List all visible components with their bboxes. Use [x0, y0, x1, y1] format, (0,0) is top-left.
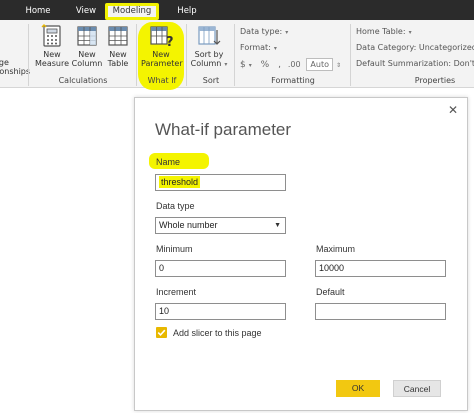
- tab-view[interactable]: View: [72, 3, 100, 19]
- maximum-input[interactable]: 10000: [315, 260, 446, 277]
- dialog-title: What-if parameter: [155, 120, 292, 139]
- new-parameter-button[interactable]: ? New Parameter: [141, 24, 183, 68]
- manage-relationships-label-bottom: tionships: [0, 67, 31, 76]
- close-icon[interactable]: ✕: [448, 103, 458, 117]
- sort-by-label-1: Sort by: [194, 50, 224, 59]
- sort-group-label: Sort: [202, 76, 220, 85]
- add-slicer-checkbox[interactable]: [156, 327, 167, 338]
- tab-help[interactable]: Help: [174, 3, 200, 19]
- sort-by-column-button[interactable]: Sort by Column ▾: [190, 24, 228, 69]
- chevron-down-icon: ▾: [285, 29, 289, 36]
- divider: [136, 24, 137, 86]
- ribbon-tab-bar: Home View Modeling Help: [0, 0, 474, 20]
- default-summarization-label: Default Summarization: Don't s: [356, 59, 474, 68]
- new-parameter-label-1: New: [152, 50, 170, 59]
- name-value: threshold: [159, 176, 201, 188]
- checkmark-icon: [157, 329, 166, 337]
- comma-button[interactable]: ,: [278, 60, 281, 70]
- data-type-select[interactable]: Whole number ▼: [155, 217, 286, 234]
- ok-button[interactable]: OK: [336, 380, 380, 397]
- tab-home[interactable]: Home: [22, 3, 54, 19]
- data-type-value: Whole number: [159, 220, 218, 230]
- data-category-dropdown[interactable]: Data Category: Uncategorized▾: [356, 43, 474, 52]
- chevron-down-icon: ▾: [224, 61, 228, 68]
- calculations-group-label: Calculations: [58, 76, 108, 85]
- properties-group-label: Properties: [414, 76, 456, 85]
- table-column-icon: [77, 26, 97, 46]
- ribbon: age tionships New Measure New Column: [0, 20, 474, 88]
- new-column-button[interactable]: New Column: [71, 24, 103, 68]
- add-slicer-label: Add slicer to this page: [173, 328, 262, 338]
- default-input[interactable]: [315, 303, 446, 320]
- new-column-label-2: Column: [71, 59, 103, 68]
- tab-modeling[interactable]: Modeling: [105, 3, 159, 20]
- divider: [28, 24, 29, 86]
- format-label: Format:: [240, 43, 271, 52]
- svg-text:?: ?: [166, 35, 174, 48]
- decimal-places-input[interactable]: Auto: [306, 58, 333, 71]
- format-dropdown[interactable]: Format: ▾: [240, 43, 277, 52]
- minimum-label: Minimum: [156, 244, 193, 254]
- increment-label: Increment: [156, 287, 197, 297]
- divider: [186, 24, 187, 86]
- default-label: Default: [316, 287, 345, 297]
- new-parameter-label-2: Parameter: [141, 59, 183, 68]
- name-label: Name: [156, 157, 181, 167]
- minimum-input[interactable]: 0: [155, 260, 286, 277]
- what-if-group-label: What If: [147, 76, 177, 85]
- chevron-down-icon: ▾: [248, 62, 252, 69]
- new-measure-button[interactable]: New Measure: [33, 24, 71, 68]
- new-measure-label-2: Measure: [35, 59, 69, 68]
- percent-button[interactable]: %: [261, 60, 270, 70]
- dropdown-arrow-icon: ▼: [274, 222, 281, 229]
- new-table-button[interactable]: New Table: [104, 24, 132, 68]
- manage-relationships-label-top: age: [0, 58, 9, 67]
- chevron-down-icon: ▾: [273, 45, 277, 52]
- default-summarization-dropdown[interactable]: Default Summarization: Don't s: [356, 59, 474, 68]
- chevron-down-icon: ▾: [408, 29, 412, 36]
- table-icon: [108, 26, 128, 46]
- stepper-icon[interactable]: ⇕: [336, 62, 341, 69]
- data-type-label: Data type: [156, 201, 195, 211]
- data-type-dropdown[interactable]: Data type: ▾: [240, 27, 288, 36]
- name-input[interactable]: threshold: [155, 174, 286, 191]
- calculator-icon: [41, 24, 61, 47]
- manage-relationships-button[interactable]: age tionships: [0, 58, 30, 76]
- number-format-row: $ ▾ % , .00 Auto ⇕: [240, 58, 341, 71]
- what-if-parameter-icon: ?: [150, 26, 174, 48]
- new-column-label-1: New: [78, 50, 96, 59]
- divider: [234, 24, 235, 86]
- what-if-parameter-dialog: ✕ What-if parameter Name threshold Data …: [134, 97, 468, 411]
- new-measure-label-1: New: [43, 50, 61, 59]
- new-table-label-1: New: [109, 50, 127, 59]
- cancel-button[interactable]: Cancel: [393, 380, 441, 397]
- maximum-label: Maximum: [316, 244, 356, 254]
- data-category-label: Data Category: Uncategorized: [356, 43, 474, 52]
- currency-button[interactable]: $: [240, 60, 246, 70]
- home-table-label: Home Table:: [356, 27, 406, 36]
- formatting-group-label: Formatting: [271, 76, 315, 85]
- divider: [350, 24, 351, 86]
- increment-input[interactable]: 10: [155, 303, 286, 320]
- decimals-button[interactable]: .00: [288, 60, 301, 69]
- home-table-dropdown[interactable]: Home Table: ▾: [356, 27, 412, 36]
- data-type-label: Data type:: [240, 27, 283, 36]
- new-table-label-2: Table: [107, 59, 129, 68]
- sort-by-label-2: Column: [190, 59, 222, 68]
- sort-by-column-icon: [198, 26, 221, 45]
